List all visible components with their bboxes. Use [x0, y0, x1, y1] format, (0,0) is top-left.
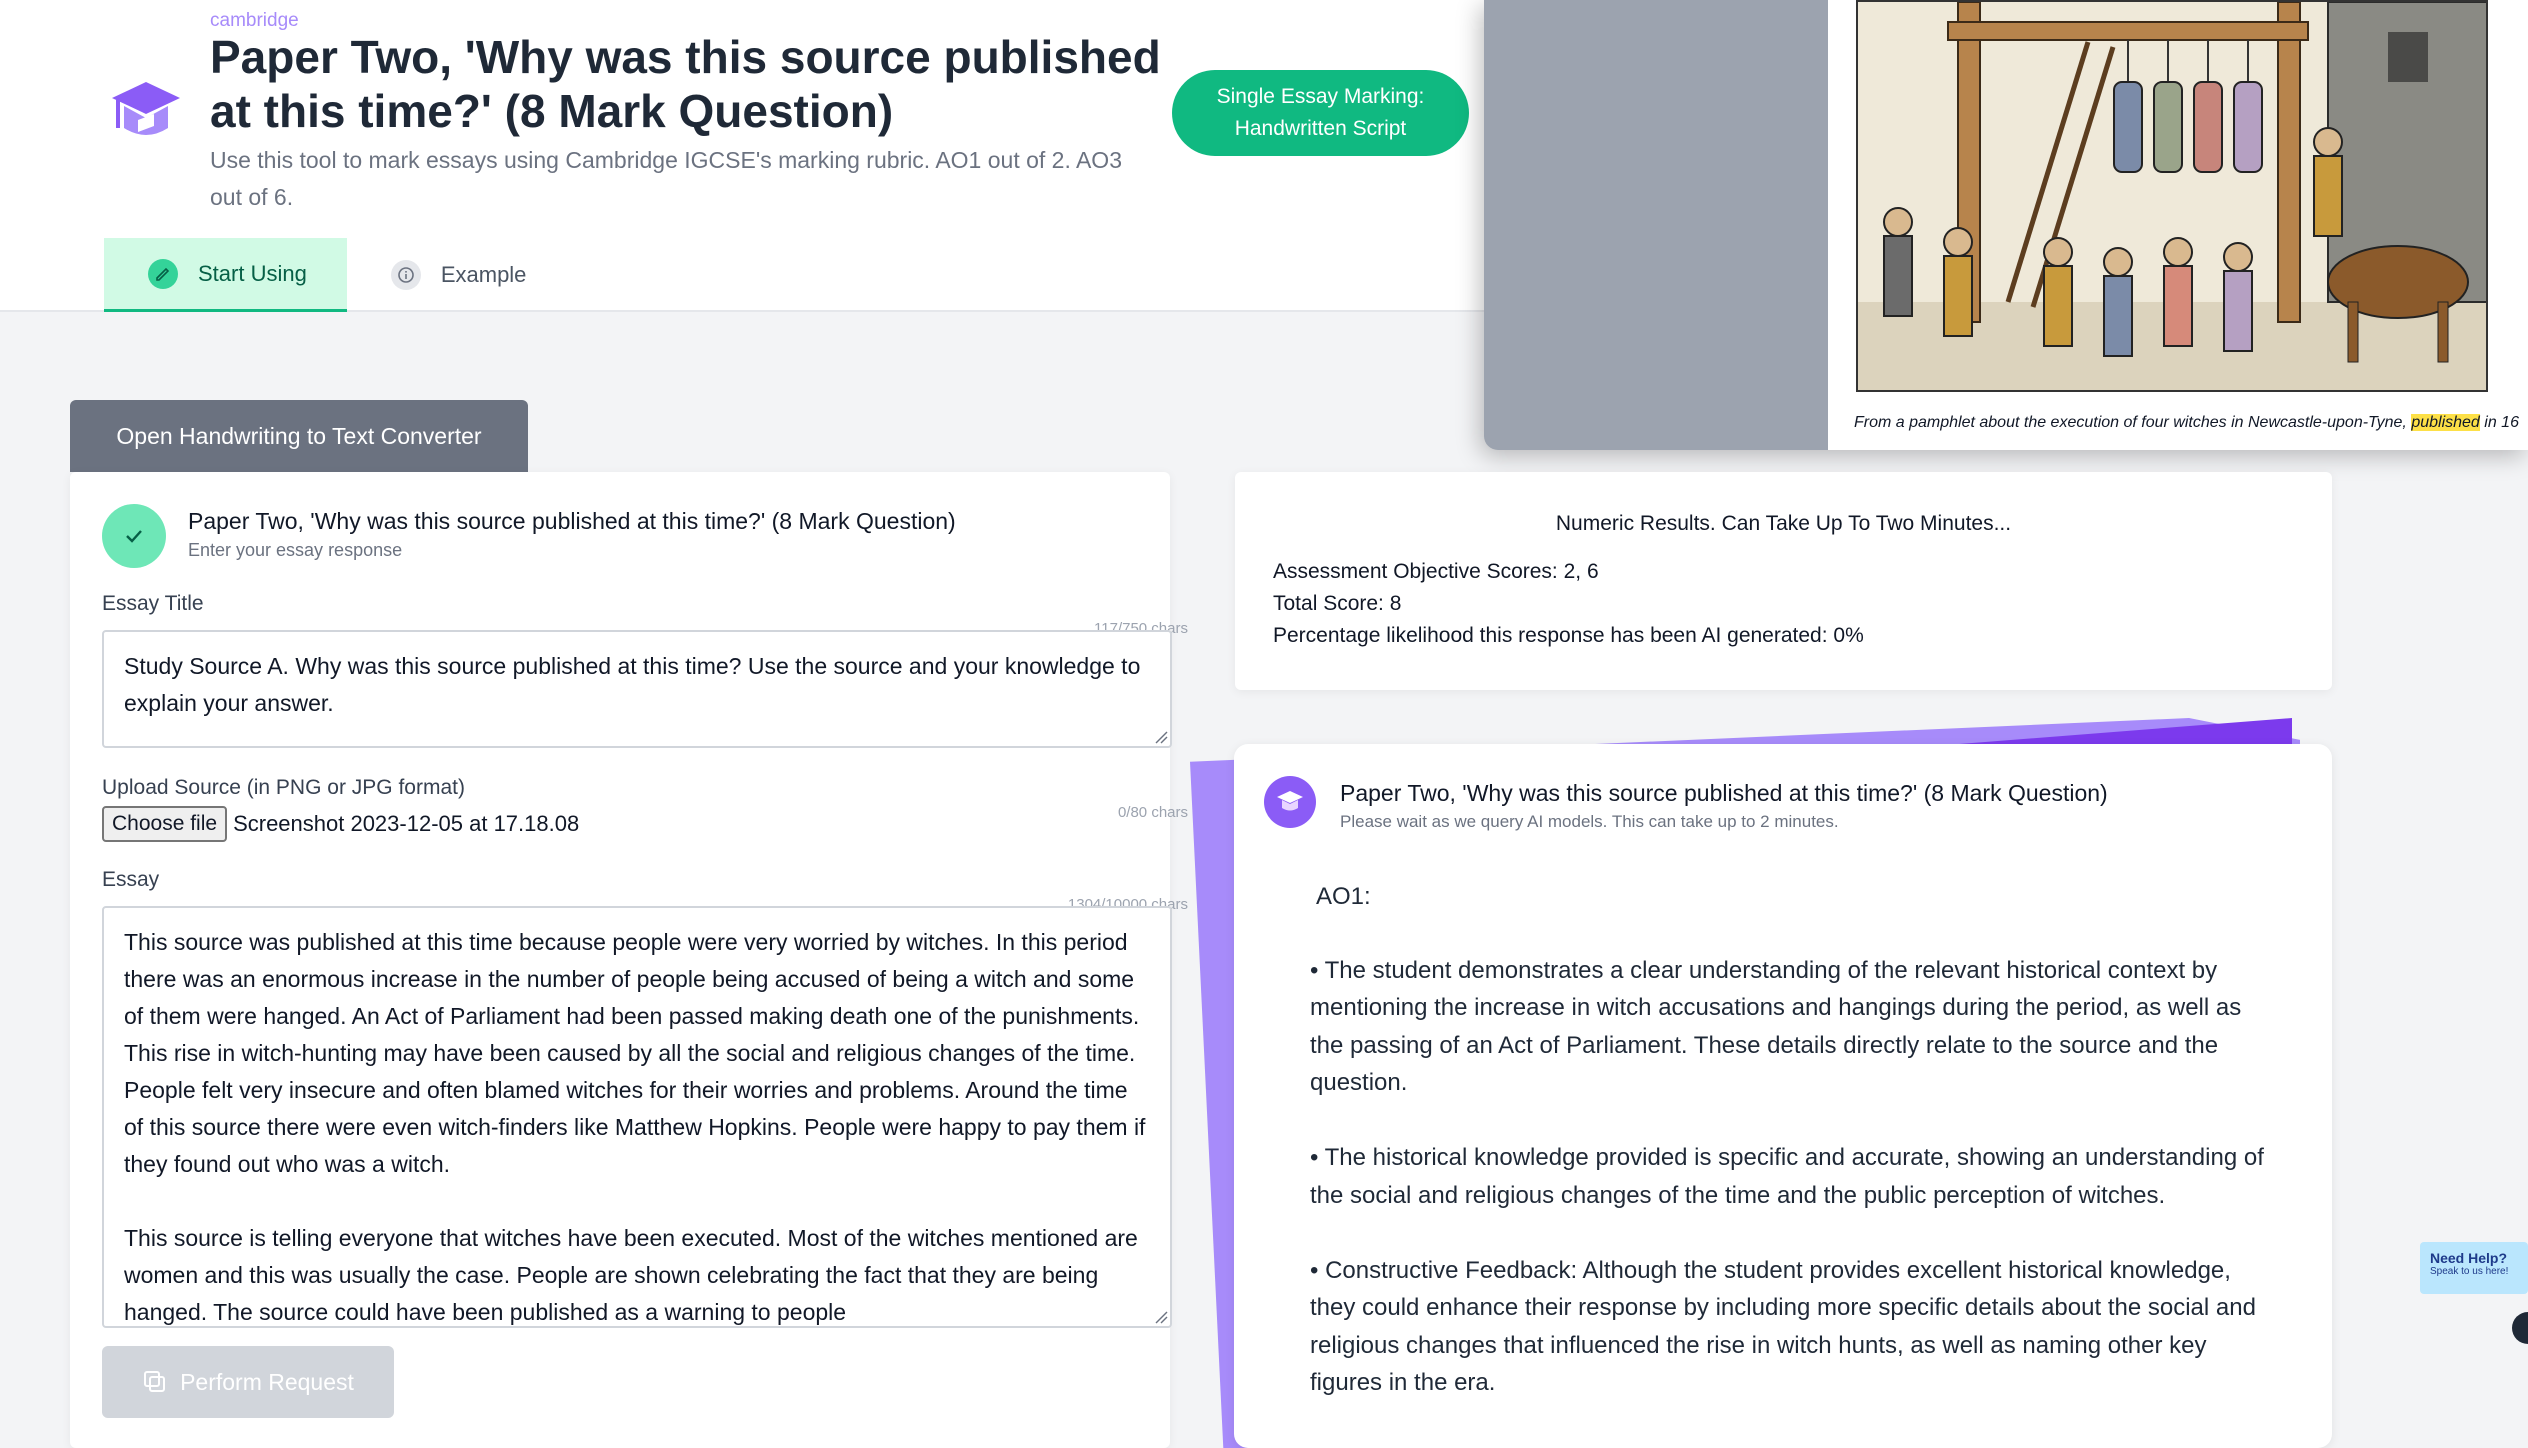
- witch-execution-woodcut-image: [1856, 0, 2488, 392]
- essay-title-label: Essay Title: [102, 592, 204, 615]
- upload-char-count: 0/80 chars: [1117, 804, 1188, 821]
- source-image-preview: From a pamphlet about the execution of f…: [1484, 0, 2528, 450]
- help-title: Need Help?: [2430, 1250, 2508, 1266]
- single-essay-marking-button[interactable]: Single Essay Marking: Handwritten Script: [1172, 70, 1469, 156]
- ai-likelihood: Percentage likelihood this response has …: [1273, 624, 1864, 647]
- copy-icon: [144, 1371, 166, 1392]
- file-upload-row: Choose file Screenshot 2023-12-05 at 17.…: [102, 806, 579, 842]
- need-help-widget[interactable]: Need Help? Speak to us here!: [2420, 1242, 2528, 1294]
- essay-title-input[interactable]: Study Source A. Why was this source publ…: [102, 630, 1172, 748]
- results-heading: Numeric Results. Can Take Up To Two Minu…: [1555, 512, 2012, 535]
- graduation-cap-icon: [1264, 776, 1316, 828]
- checkmark-icon: [102, 504, 166, 568]
- form-title: Paper Two, 'Why was this source publishe…: [188, 508, 956, 534]
- info-icon: [390, 260, 421, 290]
- tab-start-using-label: Start Using: [198, 260, 307, 286]
- essay-textarea[interactable]: This source was published at this time b…: [102, 906, 1172, 1328]
- essay-label: Essay: [102, 868, 160, 891]
- source-image-panel: From a pamphlet about the execution of f…: [1828, 0, 2528, 450]
- help-avatar-icon[interactable]: [2512, 1312, 2528, 1344]
- feedback-point: • The student demonstrates a clear under…: [1310, 956, 2242, 1097]
- ao-heading: AO1:: [1316, 883, 1371, 910]
- form-subtitle: Enter your essay response: [188, 540, 403, 560]
- essay-form-card: Paper Two, 'Why was this source publishe…: [70, 472, 1188, 1448]
- selected-file-name: Screenshot 2023-12-05 at 17.18.08: [233, 811, 580, 836]
- brand-tag: cambridge: [210, 10, 299, 31]
- source-image-caption: From a pamphlet about the execution of f…: [1854, 414, 2519, 431]
- numeric-results-card: Numeric Results. Can Take Up To Two Minu…: [1235, 472, 2332, 690]
- tab-bar: Start Using Example: [104, 238, 566, 312]
- graduation-cap-logo-icon: [108, 76, 184, 148]
- feedback-point: • The historical knowledge provided is s…: [1310, 1144, 2264, 1209]
- feedback-card: Paper Two, 'Why was this source publishe…: [1234, 744, 2332, 1448]
- open-handwriting-converter-button[interactable]: Open Handwriting to Text Converter: [70, 400, 528, 472]
- choose-file-button[interactable]: Choose file: [102, 806, 228, 842]
- page-description: Use this tool to mark essays using Cambr…: [210, 147, 1122, 210]
- upload-source-label: Upload Source (in PNG or JPG format): [102, 776, 465, 799]
- highlighted-word: published: [2411, 414, 2480, 431]
- page-title: Paper Two, 'Why was this source publishe…: [210, 31, 1161, 137]
- help-subtitle: Speak to us here!: [2430, 1266, 2509, 1277]
- feedback-body: AO1: • The student demonstrates a clear …: [1310, 878, 2270, 1402]
- tab-start-using[interactable]: Start Using: [104, 238, 347, 312]
- feedback-point: • Constructive Feedback: Although the st…: [1310, 1256, 2256, 1397]
- perform-request-button[interactable]: Perform Request: [102, 1346, 394, 1418]
- resize-handle-icon[interactable]: [1154, 730, 1168, 744]
- ao-scores: Assessment Objective Scores: 2, 6: [1273, 560, 1599, 583]
- total-score: Total Score: 8: [1273, 592, 1402, 615]
- pencil-icon: [148, 258, 178, 289]
- page-header: cambridge Paper Two, 'Why was this sourc…: [0, 0, 1484, 312]
- tab-example-label: Example: [440, 262, 527, 287]
- tab-example[interactable]: Example: [347, 238, 567, 312]
- feedback-subtitle: Please wait as we query AI models. This …: [1340, 812, 1839, 831]
- resize-handle-icon[interactable]: [1154, 1310, 1168, 1324]
- feedback-title: Paper Two, 'Why was this source publishe…: [1340, 780, 2108, 806]
